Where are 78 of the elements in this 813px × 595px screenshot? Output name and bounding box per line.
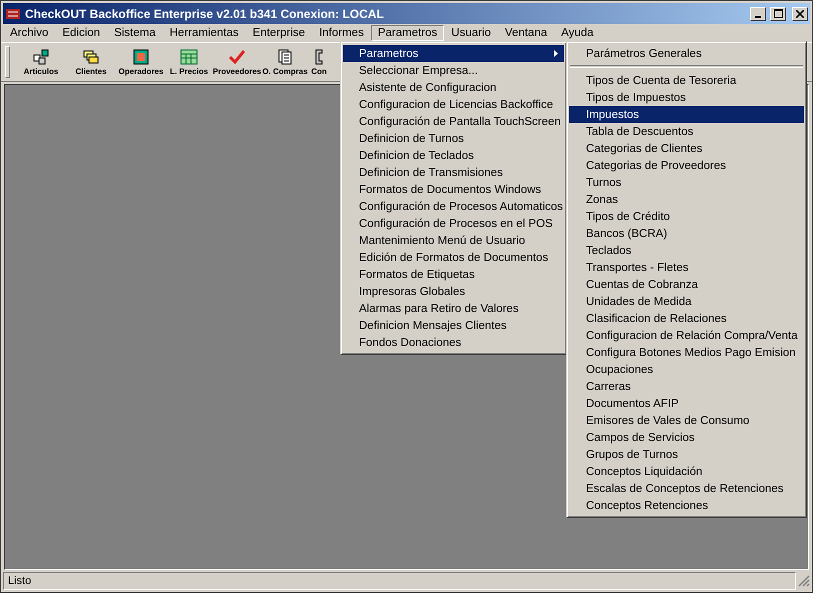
menu-bar-item[interactable]: Parametros [370, 25, 444, 41]
menu-item[interactable]: Definicion de Teclados [343, 147, 564, 164]
menu-item[interactable]: Configura Botones Medios Pago Emision [569, 344, 804, 361]
menu-item[interactable]: Parametros [343, 45, 564, 62]
menu-item[interactable]: Impresoras Globales [343, 283, 564, 300]
checkmark-icon [229, 48, 245, 64]
menu-item[interactable]: Categorias de Proveedores [569, 157, 804, 174]
menu-item[interactable]: Campos de Servicios [569, 429, 804, 446]
menu-item[interactable]: Formatos de Etiquetas [343, 266, 564, 283]
menu-item[interactable]: Conceptos Retenciones [569, 497, 804, 514]
menu-item[interactable]: Documentos AFIP [569, 395, 804, 412]
menu-item[interactable]: Asistente de Configuracion [343, 79, 564, 96]
menu-item[interactable]: Tipos de Crédito [569, 208, 804, 225]
id-card-icon [133, 48, 149, 64]
toolbar-button[interactable]: Clientes [66, 45, 116, 79]
menu-bar-item[interactable]: Informes [312, 25, 371, 41]
minimize-icon [755, 16, 761, 18]
menu-bar-item[interactable]: Herramientas [162, 25, 246, 41]
menu-item[interactable]: Definicion Mensajes Clientes [343, 317, 564, 334]
menu-item[interactable]: Configuración de Procesos Automaticos [343, 198, 564, 215]
window-title: CheckOUT Backoffice Enterprise v2.01 b341 Conexion: LOCAL [25, 6, 385, 20]
menu-item[interactable]: Alarmas para Retiro de Valores [343, 300, 564, 317]
menu-item[interactable]: Bancos (BCRA) [569, 225, 804, 242]
maximize-icon [774, 9, 782, 18]
menu-item[interactable]: Configuracion de Relación Compra/Venta [569, 327, 804, 344]
menu-item[interactable]: Unidades de Medida [569, 293, 804, 310]
toolbar-button[interactable]: Proveedores [212, 45, 262, 79]
menu-item[interactable]: Tabla de Descuentos [569, 123, 804, 140]
menu-item[interactable]: Clasificacion de Relaciones [569, 310, 804, 327]
menu-bar-item[interactable]: Ayuda [554, 25, 601, 41]
resize-grip-icon [798, 575, 810, 587]
menu-item[interactable]: Escalas de Conceptos de Retenciones [569, 480, 804, 497]
menu-item[interactable]: Conceptos Liquidación [569, 463, 804, 480]
menu-item[interactable]: Mantenimiento Menú de Usuario [343, 232, 564, 249]
menu-item[interactable]: Seleccionar Empresa... [343, 62, 564, 79]
toolbar-button[interactable]: L. Precios [166, 45, 212, 79]
menu-item[interactable]: Zonas [569, 191, 804, 208]
menu-item[interactable]: Ocupaciones [569, 361, 804, 378]
menu-bar-item[interactable]: Archivo [3, 25, 56, 41]
menu-item[interactable]: Carreras [569, 378, 804, 395]
menu-item[interactable]: Formatos de Documentos Windows [343, 181, 564, 198]
menu-bar-item[interactable]: Edicion [55, 25, 108, 41]
document-icon [277, 48, 293, 64]
menu-item[interactable]: Tipos de Cuenta de Tesoreria [569, 72, 804, 89]
menu-item[interactable]: Emisores de Vales de Consumo [569, 412, 804, 429]
toolbar-button[interactable]: Con [308, 45, 330, 79]
menu-item[interactable]: Configuración de Pantalla TouchScreen [343, 113, 564, 130]
menu-item[interactable]: Tipos de Impuestos [569, 89, 804, 106]
menu-item[interactable]: Edición de Formatos de Documentos [343, 249, 564, 266]
menu-bar-item[interactable]: Enterprise [246, 25, 312, 41]
menu-item[interactable]: Configuración de Procesos en el POS [343, 215, 564, 232]
spreadsheet-icon [180, 48, 198, 64]
maximize-button[interactable] [770, 6, 786, 20]
toolbar-button[interactable]: O. Compras [262, 45, 308, 79]
menu-item[interactable]: Teclados [569, 242, 804, 259]
status-text: Listo [3, 572, 796, 590]
menu-bar-item[interactable]: Usuario [444, 25, 498, 41]
menu-item[interactable]: Fondos Donaciones [343, 334, 564, 351]
app-icon [5, 6, 21, 20]
menu-item[interactable]: Definicion de Transmisiones [343, 164, 564, 181]
menu-item[interactable]: Parámetros Generales [569, 45, 804, 62]
menu-item[interactable]: Impuestos [569, 106, 804, 123]
toolbar-button[interactable]: Operadores [116, 45, 166, 79]
menu-item[interactable]: Configuracion de Licencias Backoffice [343, 96, 564, 113]
menu-bar-item[interactable]: Sistema [107, 25, 163, 41]
menu-item[interactable]: Transportes - Fletes [569, 259, 804, 276]
menu-bar-item[interactable]: Ventana [498, 25, 554, 41]
toolbar-button[interactable]: Articulos [16, 45, 66, 79]
menu-item[interactable]: Cuentas de Cobranza [569, 276, 804, 293]
menu-item[interactable]: Turnos [569, 174, 804, 191]
close-icon [796, 10, 804, 18]
cards-icon [83, 48, 99, 64]
boxes-icon [33, 48, 49, 64]
menu-item[interactable]: Categorias de Clientes [569, 140, 804, 157]
menu-item[interactable]: Definicion de Turnos [343, 130, 564, 147]
menu-item[interactable]: Grupos de Turnos [569, 446, 804, 463]
minimize-button[interactable] [750, 6, 766, 20]
close-button[interactable] [792, 6, 808, 20]
